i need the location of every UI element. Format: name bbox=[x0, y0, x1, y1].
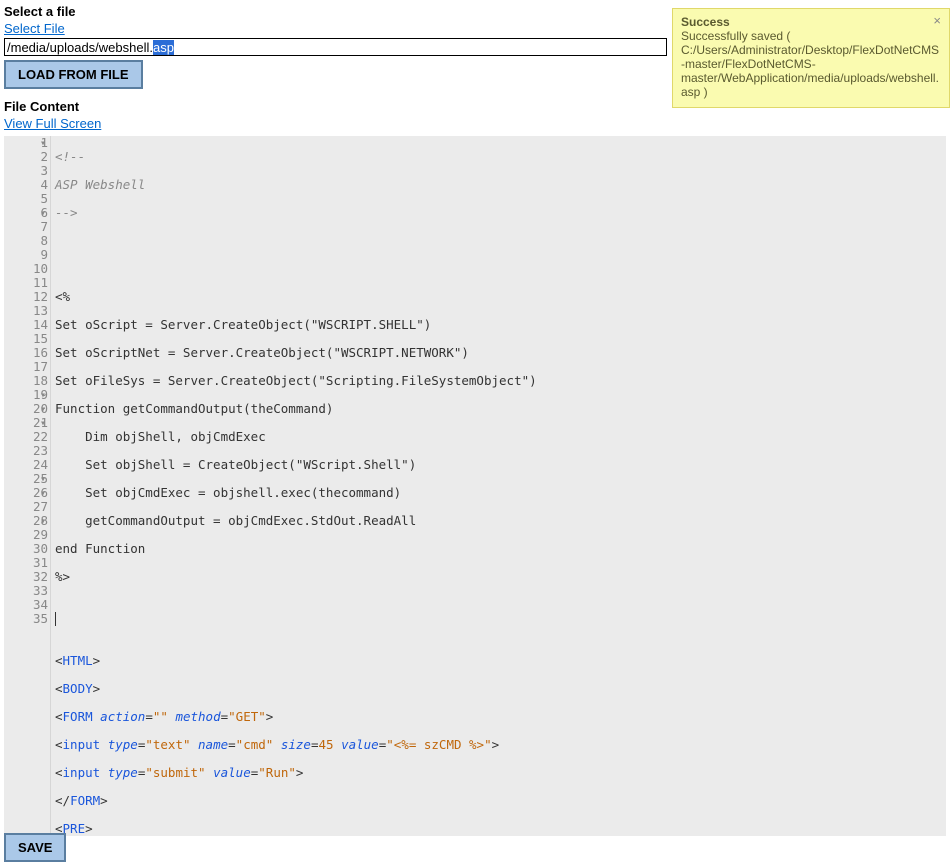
gutter-line: 18 bbox=[4, 374, 48, 388]
gutter-line: 26▾ bbox=[4, 486, 48, 500]
gutter-line: 15 bbox=[4, 332, 48, 346]
notification-title: Success bbox=[681, 15, 941, 29]
gutter-line: 33 bbox=[4, 584, 48, 598]
gutter-line: 12 bbox=[4, 290, 48, 304]
gutter-line: 17 bbox=[4, 360, 48, 374]
gutter-line: 31 bbox=[4, 556, 48, 570]
gutter-line: 29 bbox=[4, 528, 48, 542]
editor-cursor bbox=[55, 612, 56, 626]
gutter-line: 4 bbox=[4, 178, 48, 192]
gutter-line: 24 bbox=[4, 458, 48, 472]
path-prefix: /media/uploads/webshell. bbox=[7, 40, 153, 55]
load-from-file-button[interactable]: LOAD FROM FILE bbox=[4, 60, 143, 89]
gutter-line: 6▾ bbox=[4, 206, 48, 220]
gutter-line: 3 bbox=[4, 164, 48, 178]
code-editor[interactable]: 1▾23456▾78910111213141516171819▾20▾21▾22… bbox=[4, 136, 946, 836]
gutter-line: 2 bbox=[4, 150, 48, 164]
gutter-line: 28▾ bbox=[4, 514, 48, 528]
gutter-line: 8 bbox=[4, 234, 48, 248]
gutter-line: 1▾ bbox=[4, 136, 48, 150]
editor-gutter: 1▾23456▾78910111213141516171819▾20▾21▾22… bbox=[4, 136, 51, 836]
gutter-line: 25▾ bbox=[4, 472, 48, 486]
gutter-line: 19▾ bbox=[4, 388, 48, 402]
editor-code-area[interactable]: <!-- ASP Webshell --> <% Set oScript = S… bbox=[51, 136, 946, 836]
gutter-line: 11 bbox=[4, 276, 48, 290]
gutter-line: 7 bbox=[4, 220, 48, 234]
close-icon[interactable]: × bbox=[933, 13, 941, 28]
gutter-line: 27 bbox=[4, 500, 48, 514]
gutter-line: 22 bbox=[4, 430, 48, 444]
view-full-screen-link[interactable]: View Full Screen bbox=[4, 116, 101, 131]
select-file-link[interactable]: Select File bbox=[4, 21, 65, 36]
gutter-line: 5 bbox=[4, 192, 48, 206]
gutter-line: 14 bbox=[4, 318, 48, 332]
gutter-line: 34 bbox=[4, 598, 48, 612]
gutter-line: 30 bbox=[4, 542, 48, 556]
gutter-line: 35 bbox=[4, 612, 48, 626]
gutter-line: 23 bbox=[4, 444, 48, 458]
gutter-line: 20▾ bbox=[4, 402, 48, 416]
file-path-input[interactable]: /media/uploads/webshell.asp bbox=[4, 38, 667, 56]
path-selection: asp bbox=[153, 40, 174, 55]
gutter-line: 13 bbox=[4, 304, 48, 318]
save-button[interactable]: SAVE bbox=[4, 833, 66, 862]
gutter-line: 10 bbox=[4, 262, 48, 276]
success-notification: × Success Successfully saved ( C:/Users/… bbox=[672, 8, 950, 108]
notification-body: Successfully saved ( C:/Users/Administra… bbox=[681, 29, 941, 99]
gutter-line: 21▾ bbox=[4, 416, 48, 430]
gutter-line: 16 bbox=[4, 346, 48, 360]
gutter-line: 32 bbox=[4, 570, 48, 584]
gutter-line: 9 bbox=[4, 248, 48, 262]
